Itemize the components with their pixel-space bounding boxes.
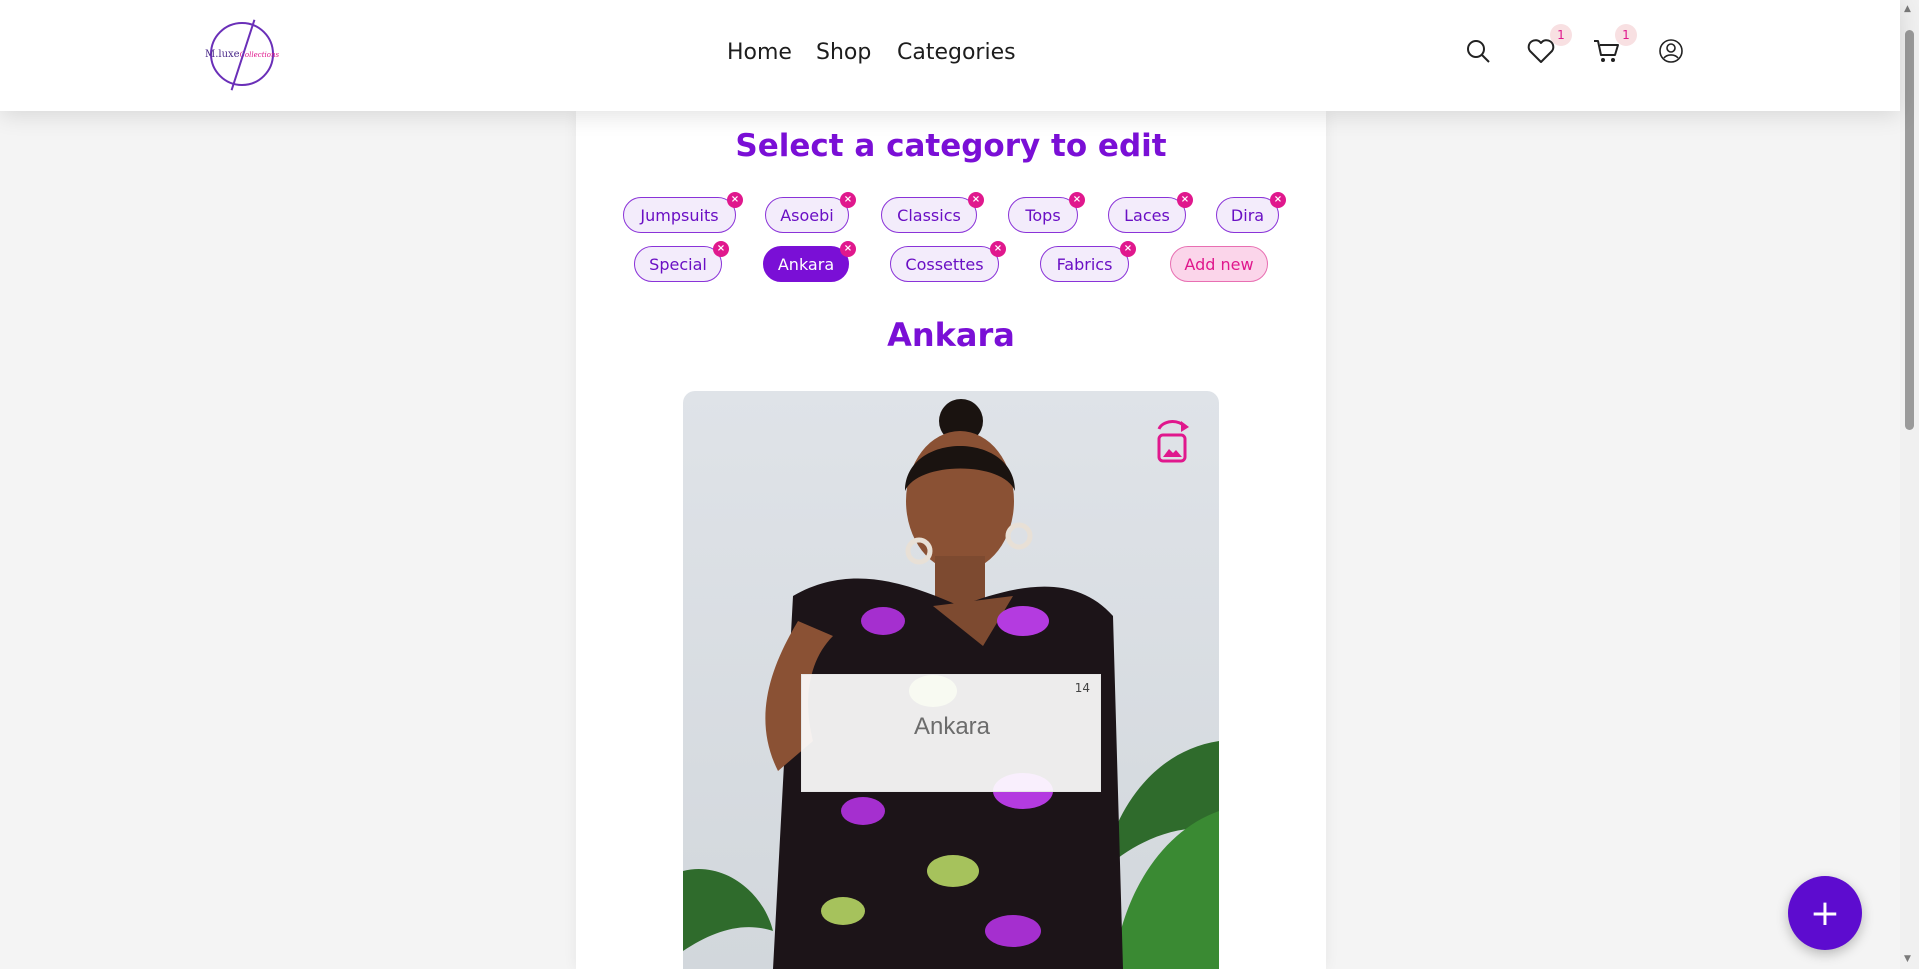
remove-category-icon[interactable]: × bbox=[840, 192, 856, 208]
page-title: Select a category to edit bbox=[735, 128, 1167, 164]
category-chip-asoebi[interactable]: Asoebi × bbox=[765, 192, 856, 233]
cart-count-badge: 1 bbox=[1615, 24, 1637, 46]
add-category-button[interactable]: Add new bbox=[1170, 246, 1268, 282]
user-icon bbox=[1659, 39, 1683, 63]
add-fab-button[interactable]: + bbox=[1788, 876, 1862, 950]
category-chip-tops[interactable]: Tops × bbox=[1008, 192, 1085, 233]
heart-icon bbox=[1527, 39, 1555, 63]
scroll-thumb[interactable] bbox=[1905, 30, 1914, 430]
remove-category-icon[interactable]: × bbox=[990, 241, 1006, 257]
remove-category-icon[interactable]: × bbox=[1177, 192, 1193, 208]
replace-image-button[interactable] bbox=[1153, 419, 1193, 463]
remove-category-icon[interactable]: × bbox=[1270, 192, 1286, 208]
category-cover-image: 14 Ankara bbox=[683, 391, 1219, 969]
category-chip-laces[interactable]: Laces × bbox=[1108, 192, 1193, 233]
category-chip-fabrics[interactable]: Fabrics × bbox=[1040, 241, 1136, 282]
brand-logo[interactable]: M.luxeCollections bbox=[205, 19, 279, 91]
category-chip-ankara[interactable]: Ankara × bbox=[763, 241, 856, 282]
cart-icon bbox=[1594, 40, 1619, 62]
remove-category-icon[interactable]: × bbox=[727, 192, 743, 208]
category-name-input[interactable]: Ankara bbox=[802, 713, 1102, 741]
remove-category-icon[interactable]: × bbox=[840, 241, 856, 257]
selected-category-title: Ankara bbox=[887, 316, 1015, 354]
category-editor-panel: Select a category to edit Jumpsuits × As… bbox=[576, 111, 1326, 969]
nav-home[interactable]: Home bbox=[727, 40, 792, 65]
category-chip-special[interactable]: Special × bbox=[634, 241, 729, 282]
remove-category-icon[interactable]: × bbox=[968, 192, 984, 208]
category-chip-cossettes[interactable]: Cossettes × bbox=[890, 241, 1006, 282]
category-chip-classics[interactable]: Classics × bbox=[881, 192, 984, 233]
scroll-down-icon[interactable]: ▼ bbox=[1904, 954, 1911, 964]
nav-shop[interactable]: Shop bbox=[816, 40, 871, 65]
category-name-editor[interactable]: 14 Ankara bbox=[801, 674, 1101, 792]
remove-category-icon[interactable]: × bbox=[1069, 192, 1085, 208]
nav-categories[interactable]: Categories bbox=[897, 40, 1016, 65]
image-replace-icon bbox=[1157, 420, 1189, 463]
site-header: M.luxeCollections Home Shop Categories 1… bbox=[0, 0, 1900, 111]
char-count: 14 bbox=[1074, 681, 1090, 695]
account-button[interactable] bbox=[1656, 36, 1686, 66]
category-chip-dira[interactable]: Dira × bbox=[1216, 192, 1286, 233]
remove-category-icon[interactable]: × bbox=[713, 241, 729, 257]
wishlist-count-badge: 1 bbox=[1550, 24, 1572, 46]
search-button[interactable] bbox=[1463, 36, 1493, 66]
scroll-up-icon[interactable]: ▲ bbox=[1904, 4, 1911, 14]
wishlist-button[interactable]: 1 bbox=[1526, 24, 1572, 66]
search-icon bbox=[1467, 40, 1490, 63]
remove-category-icon[interactable]: × bbox=[1120, 241, 1136, 257]
category-chip-jumpsuits[interactable]: Jumpsuits × bbox=[623, 192, 743, 233]
page-scrollbar[interactable]: ▲ ▼ bbox=[1900, 0, 1919, 969]
cart-button[interactable]: 1 bbox=[1591, 24, 1637, 66]
